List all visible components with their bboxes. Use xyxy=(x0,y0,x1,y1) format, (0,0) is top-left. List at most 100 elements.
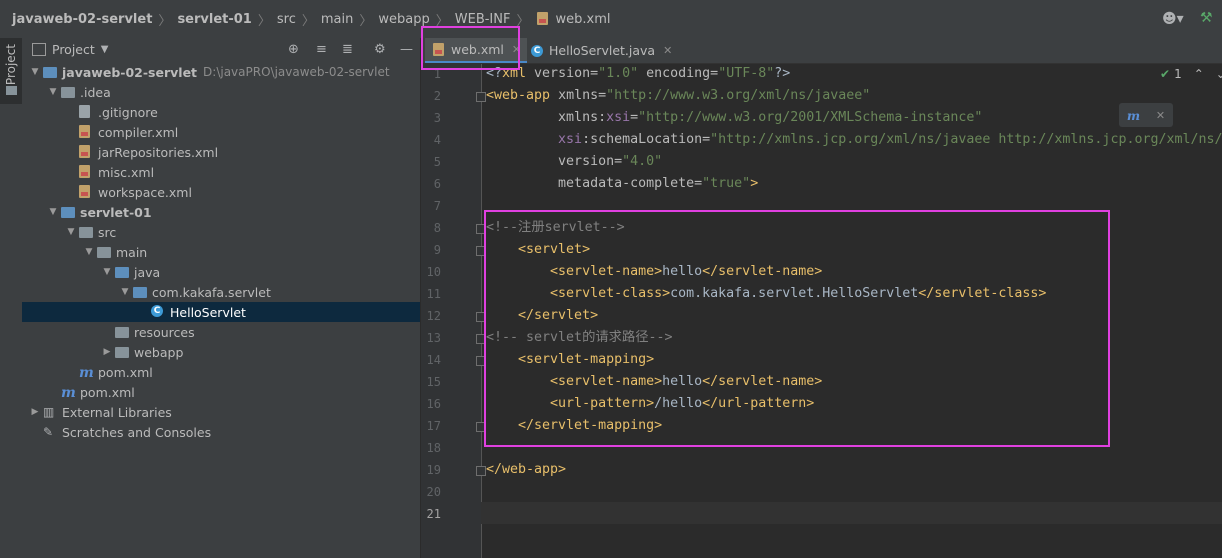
tree-item[interactable]: jarRepositories.xml xyxy=(22,142,420,162)
chevron-down-icon[interactable]: ⌄ xyxy=(1216,67,1222,81)
tree-item-label: javaweb-02-servlet xyxy=(62,64,198,80)
tree-item[interactable]: ✎ Scratches and Consoles xyxy=(22,422,420,442)
code-line[interactable]: <web-app xmlns="http://www.w3.org/xml/ns… xyxy=(486,85,870,107)
tree-item[interactable]: ▼ src xyxy=(22,222,420,242)
code-line[interactable]: version="4.0" xyxy=(486,151,662,173)
chevron-down-icon[interactable]: ▼ xyxy=(46,207,60,217)
package-icon xyxy=(132,285,148,299)
minimize-icon[interactable]: — xyxy=(400,42,413,57)
source-folder-icon-glyph xyxy=(115,267,129,278)
folder-icon xyxy=(78,225,94,239)
breadcrumb-label: web.xml xyxy=(555,11,611,27)
line-number: 6 xyxy=(433,177,441,191)
code-token: <web-app xyxy=(486,88,559,103)
tree-item[interactable]: .gitignore xyxy=(22,102,420,122)
close-icon[interactable]: ✕ xyxy=(1156,109,1165,122)
code-token: > xyxy=(750,176,759,191)
line-number: 15 xyxy=(426,375,441,389)
xml-file-icon-glyph xyxy=(79,185,90,198)
breadcrumb-item[interactable]: servlet-01 xyxy=(177,12,251,27)
hammer-icon[interactable]: ⚒ xyxy=(1200,10,1213,26)
servlet-config-highlight-box xyxy=(484,210,1110,447)
code-line[interactable]: </web-app> xyxy=(486,459,566,481)
tree-item[interactable]: ▼ servlet-01 xyxy=(22,202,420,222)
chevron-down-icon[interactable]: ▼ xyxy=(46,87,60,97)
code-line[interactable]: <?xml version="1.0" encoding="UTF-8"?> xyxy=(486,63,790,85)
tree-item[interactable]: C HelloServlet xyxy=(22,302,420,322)
line-number: 10 xyxy=(426,265,441,279)
chevron-right-icon[interactable]: ▶ xyxy=(28,407,42,417)
tree-item[interactable]: ▶ webapp xyxy=(22,342,420,362)
code-line[interactable]: metadata-complete="true"> xyxy=(486,173,758,195)
tab-label: HelloServlet.java xyxy=(549,43,656,58)
maven-reload-popup: m ✕ xyxy=(1119,103,1173,127)
chevron-right-icon[interactable]: ▶ xyxy=(100,347,114,357)
breadcrumb-item[interactable]: javaweb-02-servlet xyxy=(12,12,152,27)
chevron-down-icon[interactable]: ▼ xyxy=(100,267,114,277)
tab-highlight-box xyxy=(421,26,520,70)
tree-item-label: pom.xml xyxy=(98,364,153,380)
maven-icon-glyph: m xyxy=(79,365,94,381)
line-number: 17 xyxy=(426,419,441,433)
tree-item[interactable]: ▶ ▥ External Libraries xyxy=(22,402,420,422)
current-line-highlight xyxy=(481,502,1222,524)
user-icon[interactable]: ☻▾ xyxy=(1162,11,1184,27)
line-number: 5 xyxy=(433,155,441,169)
breadcrumb-item[interactable]: web.xml xyxy=(535,12,610,27)
tree-item[interactable]: ▼ main xyxy=(22,242,420,262)
breadcrumb-label: src xyxy=(276,11,296,27)
locate-icon[interactable]: ⊕ xyxy=(288,42,299,57)
code-token: </web-app> xyxy=(486,462,567,477)
folder-icon xyxy=(96,245,112,259)
tree-item-label: jarRepositories.xml xyxy=(98,144,219,160)
line-number: 21 xyxy=(426,507,441,521)
breadcrumb-label: WEB-INF xyxy=(454,11,511,27)
tree-item[interactable]: compiler.xml xyxy=(22,122,420,142)
tab-hello-servlet-java[interactable]: C HelloServlet.java ✕ xyxy=(523,38,678,63)
tree-item[interactable]: ▼ javaweb-02-servlet D:\javaPRO\javaweb-02… xyxy=(22,62,420,82)
chevron-up-icon[interactable]: ⌃ xyxy=(1194,67,1204,81)
code-line[interactable]: xsi:schemaLocation="http://xmlns.jcp.org… xyxy=(486,129,1222,151)
chevron-down-icon[interactable]: ▼ xyxy=(28,67,42,77)
folder-icon-glyph xyxy=(97,247,111,258)
line-number: 18 xyxy=(426,441,441,455)
line-number: 4 xyxy=(433,133,441,147)
tree-item-label: webapp xyxy=(134,344,184,360)
line-number: 11 xyxy=(426,287,441,301)
tree-item[interactable]: ▼ com.kakafa.servlet xyxy=(22,282,420,302)
tree-item[interactable]: ▼ java xyxy=(22,262,420,282)
tree-item[interactable]: resources xyxy=(22,322,420,342)
chevron-down-icon[interactable]: ▼ xyxy=(64,227,78,237)
breadcrumb-item[interactable]: webapp xyxy=(378,12,429,27)
tree-item[interactable]: m pom.xml xyxy=(22,382,420,402)
collapse-all-icon[interactable]: ≣ xyxy=(342,42,353,57)
code-token: "UTF-8" xyxy=(718,66,775,81)
breadcrumb-item[interactable]: main xyxy=(321,12,353,27)
module-folder-icon xyxy=(60,205,76,219)
maven-reload-icon[interactable]: m xyxy=(1127,108,1140,123)
chevron-down-icon[interactable]: ▼ xyxy=(82,247,96,257)
close-icon[interactable]: ✕ xyxy=(663,44,672,57)
code-line[interactable]: xmlns:xsi="http://www.w3.org/2001/XMLSch… xyxy=(486,107,982,129)
project-toolbar: Project ▼ ⊕ ≡ ≣ ⚙ — xyxy=(22,38,420,60)
gear-icon[interactable]: ⚙ xyxy=(374,42,386,57)
project-panel-title[interactable]: Project xyxy=(52,42,95,57)
tree-item-label: workspace.xml xyxy=(98,184,192,200)
tree-item[interactable]: ▼ .idea xyxy=(22,82,420,102)
folder-icon xyxy=(60,85,76,99)
breadcrumb-separator: 〉 xyxy=(359,13,373,29)
tree-item[interactable]: workspace.xml xyxy=(22,182,420,202)
fold-marker[interactable] xyxy=(476,92,486,102)
code-token: encoding= xyxy=(638,66,719,81)
fold-marker[interactable] xyxy=(476,466,486,476)
inspection-widget[interactable]: ✔ 1 ⌃ ⌄ xyxy=(1160,67,1222,81)
expand-all-icon[interactable]: ≡ xyxy=(316,42,327,57)
xml-file-icon xyxy=(535,12,551,26)
tree-item[interactable]: misc.xml xyxy=(22,162,420,182)
tree-item[interactable]: m pom.xml xyxy=(22,362,420,382)
breadcrumb-item[interactable]: src xyxy=(277,12,296,27)
chevron-down-icon[interactable]: ▼ xyxy=(118,287,132,297)
breadcrumb-item[interactable]: WEB-INF xyxy=(455,12,511,27)
chevron-down-icon[interactable]: ▼ xyxy=(101,44,109,55)
line-number: 14 xyxy=(426,353,441,367)
